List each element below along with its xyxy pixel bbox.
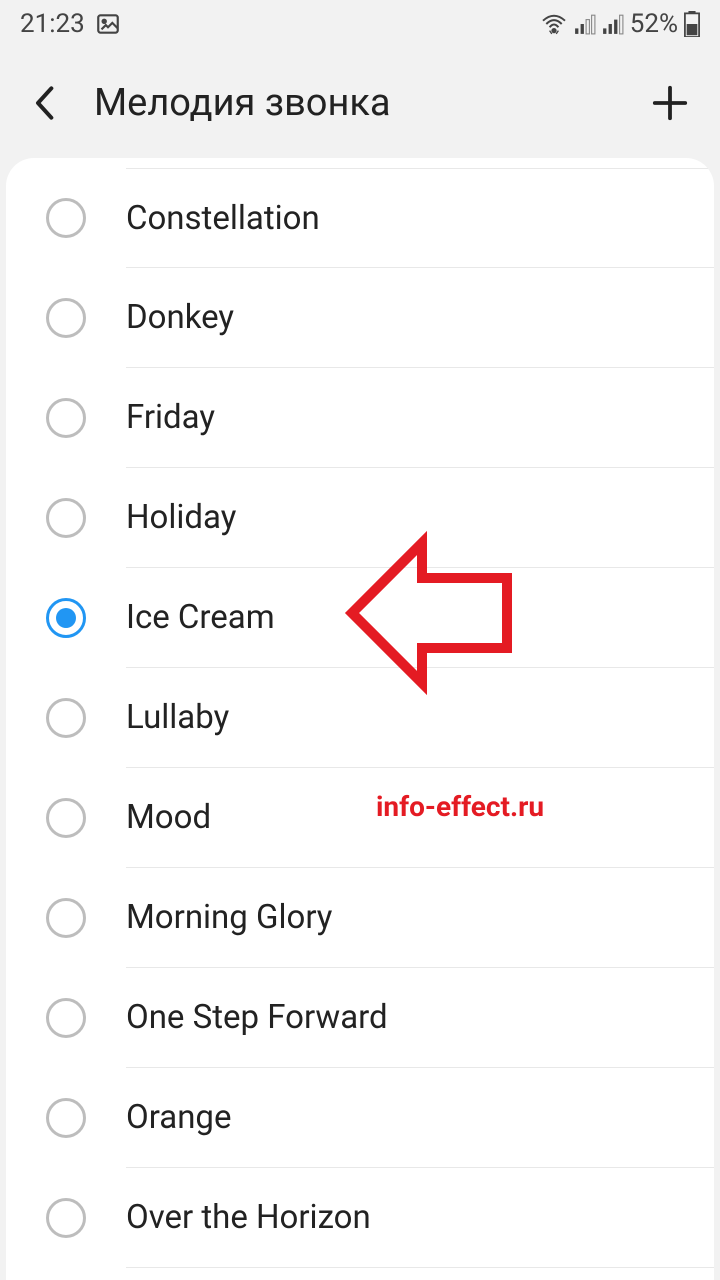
signal-icon-2: [602, 13, 624, 35]
ringtone-item[interactable]: Holiday: [6, 468, 714, 568]
radio-button[interactable]: [46, 898, 86, 938]
ringtone-card: Constellation Donkey Friday Holiday Ice Crea…: [6, 158, 714, 1280]
ringtone-label: Mood: [126, 798, 211, 837]
ringtone-item[interactable]: Lullaby: [6, 668, 714, 768]
radio-button[interactable]: [46, 598, 86, 638]
battery-icon: [684, 11, 700, 37]
ringtone-label-wrap: Holiday: [126, 468, 714, 568]
ringtone-item[interactable]: Ice Cream: [6, 568, 714, 668]
app-bar: Мелодия звонка: [0, 48, 720, 158]
ringtone-list: Constellation Donkey Friday Holiday Ice Crea…: [6, 168, 714, 1268]
radio-button[interactable]: [46, 298, 86, 338]
battery-text: 52%: [630, 9, 678, 39]
radio-button[interactable]: [46, 698, 86, 738]
radio-button[interactable]: [46, 398, 86, 438]
status-bar: 21:23: [0, 0, 720, 48]
ringtone-label-wrap: Ice Cream: [126, 568, 714, 668]
ringtone-item[interactable]: Friday: [6, 368, 714, 468]
ringtone-label: Morning Glory: [126, 898, 332, 937]
ringtone-label-wrap: Orange: [126, 1068, 714, 1168]
ringtone-label-wrap: Lullaby: [126, 668, 714, 768]
status-time: 21:23: [20, 9, 85, 39]
add-button[interactable]: [644, 77, 696, 129]
ringtone-label-wrap: One Step Forward: [126, 968, 714, 1068]
ringtone-label: Ice Cream: [126, 598, 275, 637]
radio-button[interactable]: [46, 1198, 86, 1238]
ringtone-label-wrap: Morning Glory: [126, 868, 714, 968]
radio-button[interactable]: [46, 198, 86, 238]
ringtone-label: Friday: [126, 398, 215, 437]
ringtone-label: One Step Forward: [126, 998, 388, 1037]
ringtone-label: Constellation: [126, 199, 320, 238]
radio-button[interactable]: [46, 798, 86, 838]
ringtone-item[interactable]: Donkey: [6, 268, 714, 368]
ringtone-label-wrap: Friday: [126, 368, 714, 468]
ringtone-label: Orange: [126, 1098, 231, 1137]
page-title: Мелодия звонка: [94, 81, 644, 125]
wifi-icon: [540, 13, 568, 35]
ringtone-item[interactable]: Over the Horizon: [6, 1168, 714, 1268]
ringtone-item[interactable]: Orange: [6, 1068, 714, 1168]
ringtone-label: Donkey: [126, 298, 234, 337]
picture-icon: [95, 11, 121, 37]
ringtone-label-wrap: Constellation: [126, 168, 714, 268]
back-button[interactable]: [20, 77, 72, 129]
ringtone-item[interactable]: Morning Glory: [6, 868, 714, 968]
ringtone-label-wrap: Mood: [126, 768, 714, 868]
ringtone-item[interactable]: Constellation: [6, 168, 714, 268]
ringtone-label-wrap: Over the Horizon: [126, 1168, 714, 1268]
signal-icon-1: [574, 13, 596, 35]
radio-button[interactable]: [46, 1098, 86, 1138]
ringtone-item[interactable]: Mood: [6, 768, 714, 868]
ringtone-item[interactable]: One Step Forward: [6, 968, 714, 1068]
ringtone-label-wrap: Donkey: [126, 268, 714, 368]
ringtone-label: Holiday: [126, 498, 236, 537]
ringtone-label: Lullaby: [126, 698, 229, 737]
radio-button[interactable]: [46, 498, 86, 538]
ringtone-label: Over the Horizon: [126, 1198, 371, 1237]
radio-button[interactable]: [46, 998, 86, 1038]
